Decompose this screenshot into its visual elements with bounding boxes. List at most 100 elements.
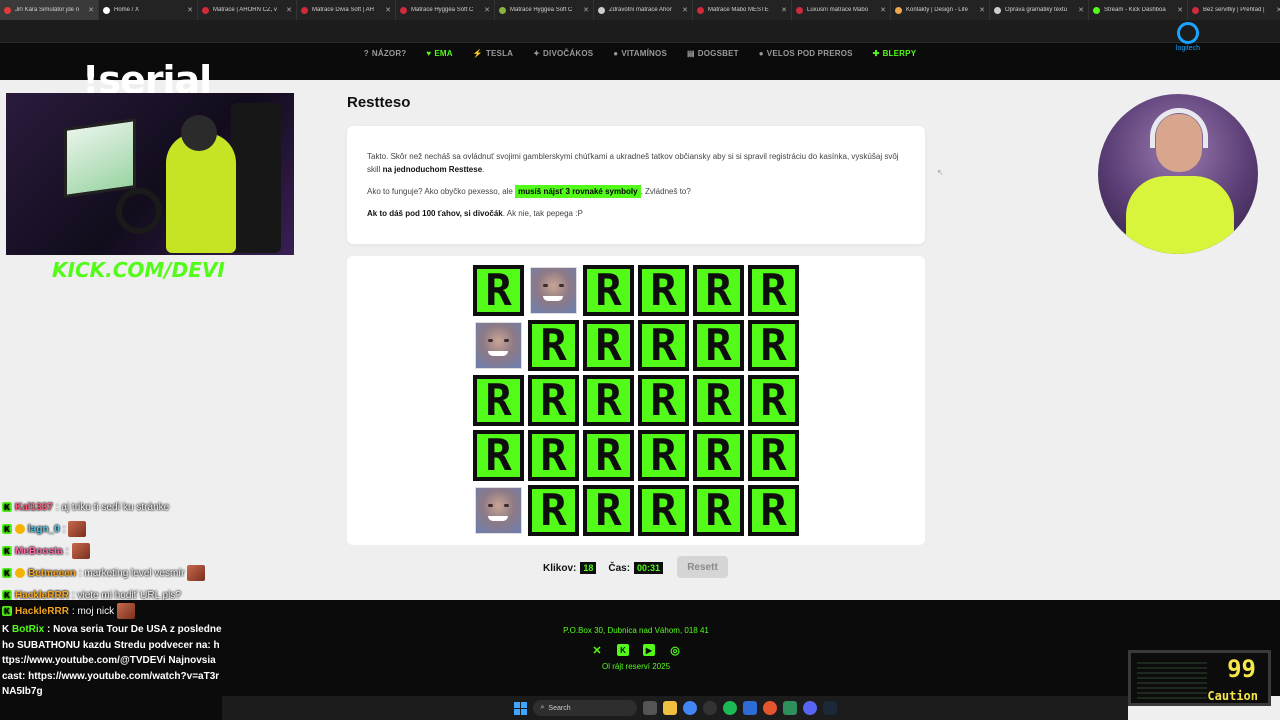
browser-tab[interactable]: Stream - Kick Dashboa ✕ <box>1089 0 1188 20</box>
spotify-icon[interactable] <box>722 701 737 715</box>
bot-username[interactable]: BotRix <box>12 624 44 635</box>
chrome-icon[interactable] <box>682 701 697 715</box>
github-icon[interactable] <box>702 701 717 715</box>
youtube-icon[interactable]: ▶ <box>643 644 655 656</box>
chat-username[interactable]: Betmeeen <box>28 568 76 579</box>
tab-close-icon[interactable]: ✕ <box>781 6 787 14</box>
browser-tab[interactable]: Bez servifky | Prehľad | ✕ <box>1188 0 1280 20</box>
tile-hidden[interactable]: R <box>583 320 634 371</box>
kick-icon[interactable]: K <box>617 644 629 656</box>
tab-close-icon[interactable]: ✕ <box>1078 6 1084 14</box>
tab-label: Matrace Hyggea Soft C <box>411 7 474 13</box>
tile-hidden[interactable]: R <box>583 375 634 426</box>
sub-badge-icon <box>15 568 25 578</box>
chat-username[interactable]: lagn_0 <box>28 524 60 535</box>
tile-hidden[interactable]: R <box>638 430 689 481</box>
tile-hidden[interactable]: R <box>583 265 634 316</box>
tile-hidden[interactable]: R <box>638 265 689 316</box>
tab-close-icon[interactable]: ✕ <box>1276 6 1280 14</box>
taskbar-search[interactable]: ⌕ Search <box>532 700 637 716</box>
tab-label: Bez servifky | Prehľad | <box>1203 7 1265 13</box>
tab-close-icon[interactable]: ✕ <box>1177 6 1183 14</box>
nav-item[interactable]: ✚ BLERPY <box>873 45 917 61</box>
nav-item[interactable]: ✦ DIVOČÁKOS <box>533 45 593 61</box>
tile-letter: R <box>705 485 732 536</box>
tab-close-icon[interactable]: ✕ <box>583 6 589 14</box>
x-twitter-icon[interactable]: ✕ <box>591 644 603 657</box>
tile-hidden[interactable]: R <box>473 430 524 481</box>
tile-hidden[interactable]: R <box>528 320 579 371</box>
tile-hidden[interactable]: R <box>748 430 799 481</box>
sub-badge-icon <box>15 524 25 534</box>
tile-revealed[interactable] <box>528 265 579 316</box>
browser-tab[interactable]: Luxusní matrace Mabo ✕ <box>792 0 891 20</box>
chat-username[interactable]: HackleRRR <box>15 606 69 617</box>
obs-icon[interactable] <box>762 701 777 715</box>
browser-tab[interactable]: Matrace Mabo MESTE ✕ <box>693 0 792 20</box>
tile-revealed[interactable] <box>473 320 524 371</box>
discord-icon[interactable] <box>802 701 817 715</box>
nav-item-icon: ✦ <box>533 48 541 58</box>
stream-chat: K Kal1337: aj triko ti sedí ku stránke Kla… <box>2 496 232 606</box>
windows-start-icon[interactable] <box>513 701 527 715</box>
nav-item[interactable]: ? NÁZOR? <box>364 45 407 61</box>
instagram-icon[interactable]: ◎ <box>669 644 681 657</box>
browser-tab[interactable]: Matrace | AHORN CZ, v ✕ <box>198 0 297 20</box>
tab-close-icon[interactable]: ✕ <box>187 6 193 14</box>
tab-close-icon[interactable]: ✕ <box>385 6 391 14</box>
vscode-icon[interactable] <box>742 701 757 715</box>
steam-icon[interactable] <box>822 701 837 715</box>
tile-hidden[interactable]: R <box>748 485 799 536</box>
tile-hidden[interactable]: R <box>528 375 579 426</box>
tile-hidden[interactable]: R <box>638 485 689 536</box>
browser-tab[interactable]: Matrace Hyggea Soft C ✕ <box>396 0 495 20</box>
tile-revealed[interactable] <box>473 485 524 536</box>
tile-hidden[interactable]: R <box>693 485 744 536</box>
tile-hidden[interactable]: R <box>528 485 579 536</box>
chat-username[interactable]: MeBoosta <box>15 546 63 557</box>
tile-hidden[interactable]: R <box>473 375 524 426</box>
task-view-icon[interactable] <box>642 701 657 715</box>
tile-hidden[interactable]: R <box>583 485 634 536</box>
browser-tab[interactable]: Matrace Divia Soft | AH ✕ <box>297 0 396 20</box>
tile-hidden[interactable]: R <box>748 320 799 371</box>
tile-hidden[interactable]: R <box>748 265 799 316</box>
tab-label: Oprava gramatiky textu <box>1005 7 1068 13</box>
tab-close-icon[interactable]: ✕ <box>682 6 688 14</box>
browser-tab[interactable]: Kontakty | Design - Life ✕ <box>891 0 990 20</box>
nav-item[interactable]: ● VITAMÍNOS <box>613 45 667 61</box>
tab-close-icon[interactable]: ✕ <box>484 6 490 14</box>
browser-tab[interactable]: Oprava gramatiky textu ✕ <box>990 0 1089 20</box>
browser-tab[interactable]: Zdravotní matrace Ahor ✕ <box>594 0 693 20</box>
tile-hidden[interactable]: R <box>638 320 689 371</box>
chat-username[interactable]: HackleRRR <box>15 590 69 601</box>
browser-tab[interactable]: Home / X ✕ <box>99 0 198 20</box>
tile-hidden[interactable]: R <box>693 430 744 481</box>
notepad-icon[interactable] <box>782 701 797 715</box>
tile-hidden[interactable]: R <box>528 430 579 481</box>
tile-hidden[interactable]: R <box>638 375 689 426</box>
nav-item[interactable]: ♥ EMA <box>426 45 452 61</box>
tile-hidden[interactable]: R <box>583 430 634 481</box>
tab-close-icon[interactable]: ✕ <box>979 6 985 14</box>
tile-letter: R <box>760 485 787 536</box>
tile-hidden[interactable]: R <box>693 265 744 316</box>
reset-button[interactable]: Resett <box>677 556 728 578</box>
nav-item[interactable]: ▤ DOGSBET <box>687 45 739 61</box>
browser-tab[interactable]: Jiří Kára Simulátor jde n ✕ <box>0 0 99 20</box>
site-footer: P.O.Box 30, Dubnica nad Váhom, 018 41 ✕ … <box>222 600 1280 696</box>
tile-hidden[interactable]: R <box>693 320 744 371</box>
tile-hidden[interactable]: R <box>693 375 744 426</box>
nav-item[interactable]: ● VELOS POD PREROS <box>759 45 853 61</box>
tab-close-icon[interactable]: ✕ <box>88 6 94 14</box>
tile-hidden[interactable]: R <box>473 265 524 316</box>
nav-item[interactable]: ⚡ TESLA <box>473 45 513 61</box>
tab-close-icon[interactable]: ✕ <box>286 6 292 14</box>
browser-tab[interactable]: Matrace Hyggea Soft C ✕ <box>495 0 594 20</box>
photo-eye <box>504 504 509 507</box>
photo-eye <box>543 284 548 287</box>
tab-close-icon[interactable]: ✕ <box>880 6 886 14</box>
chat-username[interactable]: Kal1337 <box>15 502 53 513</box>
tile-hidden[interactable]: R <box>748 375 799 426</box>
file-explorer-icon[interactable] <box>662 701 677 715</box>
